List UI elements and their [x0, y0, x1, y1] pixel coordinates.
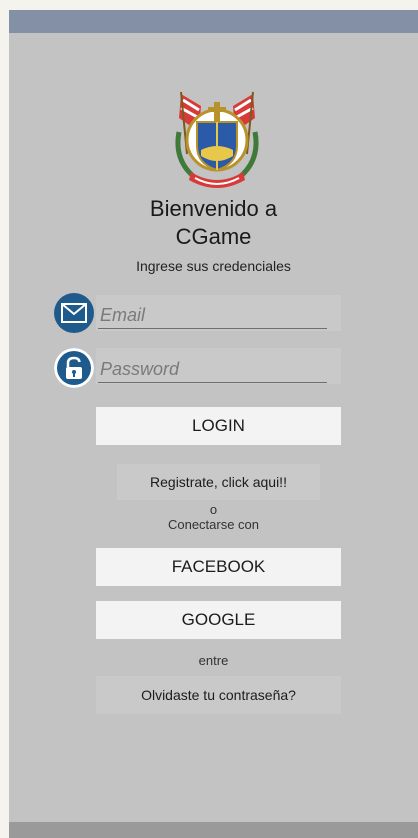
forgot-password-button[interactable]: Olvidaste tu contraseña?: [96, 676, 341, 714]
register-button[interactable]: Registrate, click aqui!!: [117, 464, 320, 500]
connect-with-text: Conectarse con: [167, 517, 260, 532]
university-crest-logo: [175, 91, 259, 188]
welcome-line-1: Bienvenido a: [149, 196, 278, 221]
login-button[interactable]: LOGIN: [96, 407, 341, 445]
google-button[interactable]: GOOGLE: [96, 601, 341, 639]
credentials-subtitle: Ingrese sus credenciales: [136, 258, 291, 274]
login-screen: Bienvenido a CGame Ingrese sus credencia…: [9, 10, 418, 838]
envelope-icon: [54, 293, 94, 333]
facebook-button[interactable]: FACEBOOK: [96, 548, 341, 586]
bottom-bar: [9, 822, 418, 838]
app-name-title: CGame: [175, 224, 252, 249]
or-text: o: [209, 502, 218, 517]
password-input[interactable]: [98, 356, 327, 383]
email-input[interactable]: [98, 302, 327, 329]
enter-text: entre: [198, 653, 229, 668]
unlock-icon: [54, 348, 94, 388]
top-bar: [9, 10, 418, 33]
